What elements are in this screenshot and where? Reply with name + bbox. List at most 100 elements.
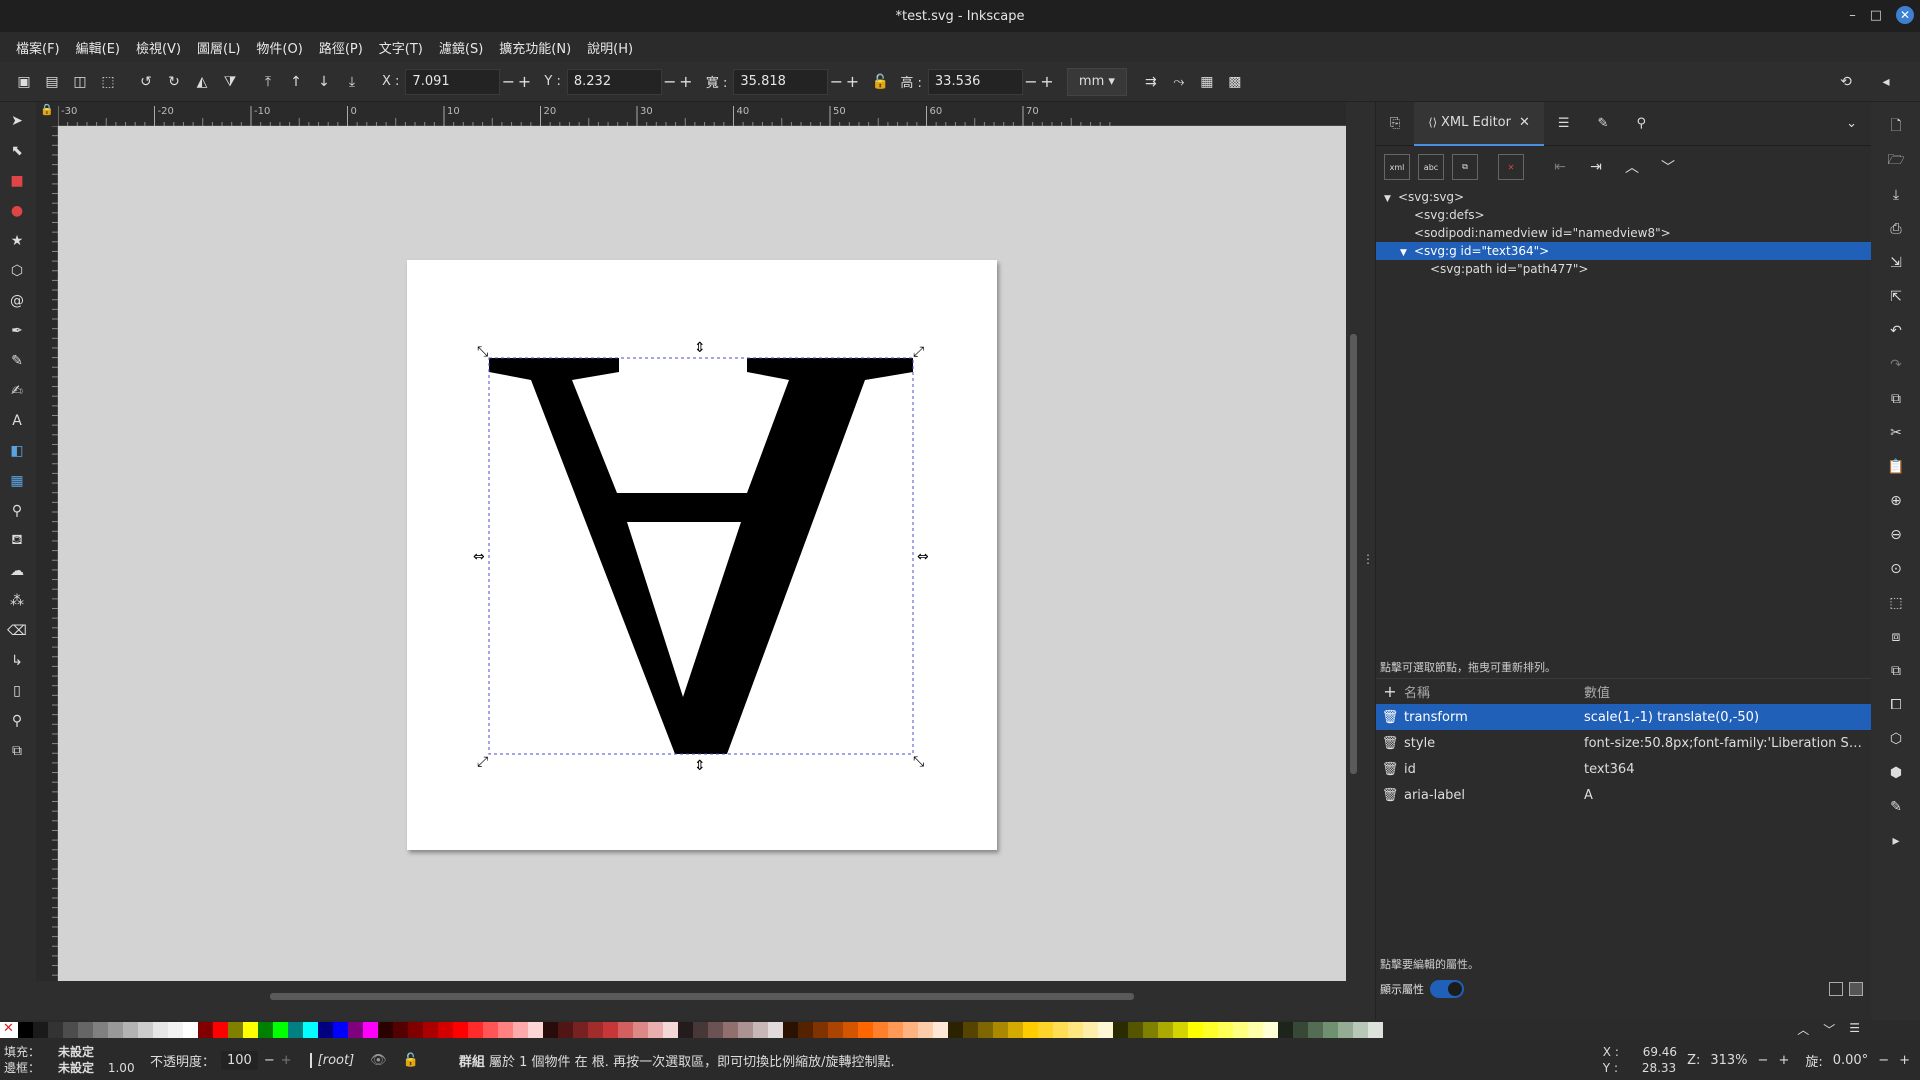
snap-icon[interactable]: ⟲ xyxy=(1832,68,1860,96)
chevron-right-icon[interactable]: ▸ xyxy=(1881,824,1911,858)
ellipse-tool-icon[interactable]: ● xyxy=(3,196,31,226)
color-swatch[interactable] xyxy=(108,1022,123,1038)
menu-object[interactable]: 物件(O) xyxy=(248,38,310,57)
color-swatch[interactable] xyxy=(1218,1022,1233,1038)
align-tab-icon[interactable]: ☰ xyxy=(1544,102,1584,146)
attribute-row[interactable]: 🗑 aria-label A xyxy=(1376,782,1871,808)
y-input[interactable] xyxy=(566,68,662,95)
minus-icon[interactable]: − xyxy=(1023,72,1039,91)
measure-tool-icon[interactable]: ⧉ xyxy=(3,736,31,766)
resize-handle-n[interactable]: ⇕ xyxy=(694,340,706,356)
resize-handle-w[interactable]: ⇔ xyxy=(473,549,485,565)
color-swatch[interactable] xyxy=(1308,1022,1323,1038)
color-swatch[interactable] xyxy=(438,1022,453,1038)
color-swatch[interactable] xyxy=(483,1022,498,1038)
copy-icon[interactable]: ⧉ xyxy=(1881,382,1911,416)
color-swatch[interactable] xyxy=(1248,1022,1263,1038)
resize-handle-ne[interactable]: ⤢ xyxy=(913,344,924,360)
minus-icon[interactable]: − xyxy=(662,72,678,91)
minimize-button[interactable]: – xyxy=(1849,8,1856,23)
calligraphy-tool-icon[interactable]: ✍ xyxy=(3,376,31,406)
color-swatch[interactable] xyxy=(1023,1022,1038,1038)
fill-stroke-icon[interactable]: ✎ xyxy=(1881,790,1911,824)
color-swatch[interactable] xyxy=(513,1022,528,1038)
node-tool-icon[interactable]: ⬉ xyxy=(3,136,31,166)
color-swatch[interactable] xyxy=(1128,1022,1143,1038)
menu-help[interactable]: 說明(H) xyxy=(579,38,641,57)
color-swatch[interactable] xyxy=(888,1022,903,1038)
color-swatch[interactable] xyxy=(168,1022,183,1038)
undo-icon[interactable]: ↶ xyxy=(1881,314,1911,348)
menu-text[interactable]: 文字(T) xyxy=(371,38,431,57)
color-swatch[interactable] xyxy=(528,1022,543,1038)
scale-corners-icon[interactable]: ⤳ xyxy=(1165,68,1193,96)
select-all-icon[interactable]: ▣ xyxy=(10,68,38,96)
color-swatch[interactable] xyxy=(1038,1022,1053,1038)
rotate-cw-icon[interactable]: ↻ xyxy=(160,68,188,96)
group-icon[interactable]: ⬡ xyxy=(1881,722,1911,756)
color-swatch[interactable] xyxy=(858,1022,873,1038)
attribute-row[interactable]: 🗑 style font-size:50.8px;font-family:'Libe… xyxy=(1376,730,1871,756)
xml-tree[interactable]: ▼ <svg:svg> <svg:defs> <sodipodi:namedview … xyxy=(1376,188,1871,658)
color-swatch[interactable] xyxy=(603,1022,618,1038)
document-properties-tab[interactable]: ⎘ xyxy=(1376,102,1414,146)
horizontal-ruler[interactable]: -30 -20 -10 0 10 20 30 40 50 60 70 xyxy=(57,102,1346,126)
vertical-layout-icon[interactable] xyxy=(1849,982,1863,996)
plus-icon[interactable]: + xyxy=(516,72,532,91)
color-swatch[interactable] xyxy=(243,1022,258,1038)
rotate-ccw-icon[interactable]: ↺ xyxy=(132,68,160,96)
3d-box-tool-icon[interactable]: ⬡ xyxy=(3,256,31,286)
unit-select[interactable]: mm ▾ xyxy=(1066,67,1127,96)
color-swatch[interactable] xyxy=(678,1022,693,1038)
chevron-down-icon[interactable]: ⌄ xyxy=(1832,102,1871,146)
color-swatch[interactable] xyxy=(933,1022,948,1038)
color-swatch[interactable] xyxy=(1098,1022,1113,1038)
spray-tool-icon[interactable]: ⁂ xyxy=(3,586,31,616)
duplicate-node-icon[interactable]: ⧉ xyxy=(1452,154,1478,180)
attribute-name[interactable]: style xyxy=(1404,736,1584,751)
deselect-icon[interactable]: ⬚ xyxy=(94,68,122,96)
plus-icon[interactable]: + xyxy=(1039,72,1055,91)
menu-edit[interactable]: 編輯(E) xyxy=(68,38,128,57)
layer-lock-icon[interactable]: 🔓 xyxy=(403,1053,419,1068)
color-swatch[interactable] xyxy=(843,1022,858,1038)
color-swatch[interactable] xyxy=(708,1022,723,1038)
color-swatch[interactable] xyxy=(228,1022,243,1038)
mesh-tool-icon[interactable]: ▦ xyxy=(3,466,31,496)
xml-node[interactable]: <svg:path id="path477"> xyxy=(1376,260,1871,278)
color-swatch[interactable] xyxy=(138,1022,153,1038)
xml-node[interactable]: ▼ <svg:svg> xyxy=(1376,188,1871,206)
xml-node[interactable]: ▼ <svg:g id="text364"> xyxy=(1376,242,1871,260)
height-input[interactable] xyxy=(927,68,1023,95)
color-swatch[interactable] xyxy=(63,1022,78,1038)
dropper-tool-icon[interactable]: ⚲ xyxy=(3,496,31,526)
fill-stroke-tab-icon[interactable]: ✎ xyxy=(1584,102,1623,146)
raise-icon[interactable]: ↑ xyxy=(282,68,310,96)
lock-icon[interactable]: 🔓 xyxy=(866,68,894,96)
tab-xml-editor[interactable]: ⟨⟩ XML Editor ✕ xyxy=(1414,101,1544,146)
delete-attribute-icon[interactable]: 🗑 xyxy=(1376,762,1404,777)
attribute-value[interactable]: A xyxy=(1584,788,1871,803)
color-swatch[interactable] xyxy=(573,1022,588,1038)
color-swatch[interactable] xyxy=(1368,1022,1383,1038)
raise-node-icon[interactable]: ︿ xyxy=(1618,153,1646,181)
color-swatch[interactable] xyxy=(1188,1022,1203,1038)
cut-icon[interactable]: ✂ xyxy=(1881,416,1911,450)
attribute-value[interactable]: font-size:50.8px;font-family:'Liberation… xyxy=(1584,736,1871,751)
attribute-row[interactable]: 🗑 id text364 xyxy=(1376,756,1871,782)
flip-vertical-icon[interactable]: ⧩ xyxy=(216,68,244,96)
color-swatch[interactable] xyxy=(1173,1022,1188,1038)
find-tab-icon[interactable]: ⚲ xyxy=(1622,102,1660,146)
color-swatch[interactable] xyxy=(198,1022,213,1038)
color-swatch[interactable] xyxy=(1353,1022,1368,1038)
color-swatch[interactable] xyxy=(498,1022,513,1038)
color-swatch[interactable] xyxy=(153,1022,168,1038)
color-swatch[interactable] xyxy=(333,1022,348,1038)
color-swatch[interactable] xyxy=(588,1022,603,1038)
delete-attribute-icon[interactable]: 🗑 xyxy=(1376,710,1404,725)
menu-extensions[interactable]: 擴充功能(N) xyxy=(491,38,579,57)
lower-to-bottom-icon[interactable]: ⤓ xyxy=(338,68,366,96)
print-icon[interactable]: ⎙ xyxy=(1881,212,1911,246)
color-swatch[interactable] xyxy=(798,1022,813,1038)
color-swatch[interactable] xyxy=(1278,1022,1293,1038)
